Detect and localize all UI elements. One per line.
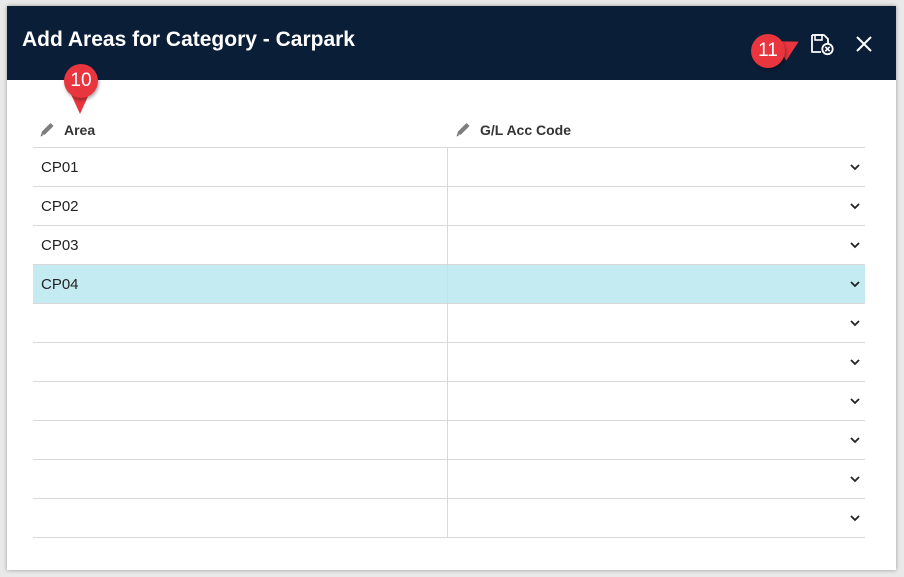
area-cell[interactable] [33,382,448,420]
area-cell[interactable] [33,343,448,381]
add-areas-dialog: Add Areas for Category - Carpark 11 10 A… [7,6,896,570]
gl-acc-code-dropdown[interactable] [448,187,865,225]
chevron-down-icon [850,164,860,171]
areas-grid: CP01 CP02 CP03 CP04 [33,147,865,538]
chevron-down-icon [850,398,860,405]
area-cell[interactable]: CP04 [33,265,448,303]
table-row[interactable]: CP04 [33,265,865,304]
chevron-down-icon [850,320,860,327]
area-cell[interactable] [33,499,448,537]
gl-acc-code-dropdown[interactable] [448,460,865,498]
callout-11-label: 11 [751,34,785,68]
gl-acc-code-dropdown[interactable] [448,304,865,342]
chevron-down-icon [850,281,860,288]
area-cell[interactable] [33,421,448,459]
column-header-area: Area [38,122,95,138]
table-row[interactable] [33,343,865,382]
column-header-area-label: Area [64,122,96,138]
chevron-down-icon [850,359,860,366]
callout-11: 11 [751,31,804,68]
save-cancel-button[interactable] [808,30,836,58]
table-row[interactable] [33,499,865,538]
chevron-down-icon [850,203,860,210]
gl-acc-code-dropdown[interactable] [448,226,865,264]
pencil-icon [40,123,54,137]
table-row[interactable] [33,304,865,343]
callout-10: 10 [64,64,98,114]
callout-10-label: 10 [64,64,98,98]
close-icon [856,36,872,52]
table-row[interactable] [33,382,865,421]
chevron-down-icon [850,437,860,444]
save-cancel-icon [811,34,834,56]
area-cell[interactable] [33,460,448,498]
table-row[interactable]: CP02 [33,187,865,226]
gl-acc-code-dropdown[interactable] [448,382,865,420]
column-header-gl-acc-code: G/L Acc Code [454,122,571,138]
chevron-down-icon [850,515,860,522]
gl-acc-code-dropdown[interactable] [448,499,865,537]
gl-acc-code-dropdown[interactable] [448,265,865,303]
dialog-title: Add Areas for Category - Carpark [22,28,355,51]
gl-acc-code-dropdown[interactable] [448,421,865,459]
pencil-icon [456,123,470,137]
table-row[interactable] [33,421,865,460]
chevron-down-icon [850,242,860,249]
area-cell[interactable]: CP03 [33,226,448,264]
table-row[interactable] [33,460,865,499]
column-header-gl-label: G/L Acc Code [480,122,572,138]
close-button[interactable] [850,30,878,58]
table-row[interactable]: CP01 [33,148,865,187]
chevron-down-icon [850,476,860,483]
area-cell[interactable]: CP01 [33,148,448,186]
gl-acc-code-dropdown[interactable] [448,148,865,186]
table-row[interactable]: CP03 [33,226,865,265]
area-cell[interactable] [33,304,448,342]
area-cell[interactable]: CP02 [33,187,448,225]
gl-acc-code-dropdown[interactable] [448,343,865,381]
